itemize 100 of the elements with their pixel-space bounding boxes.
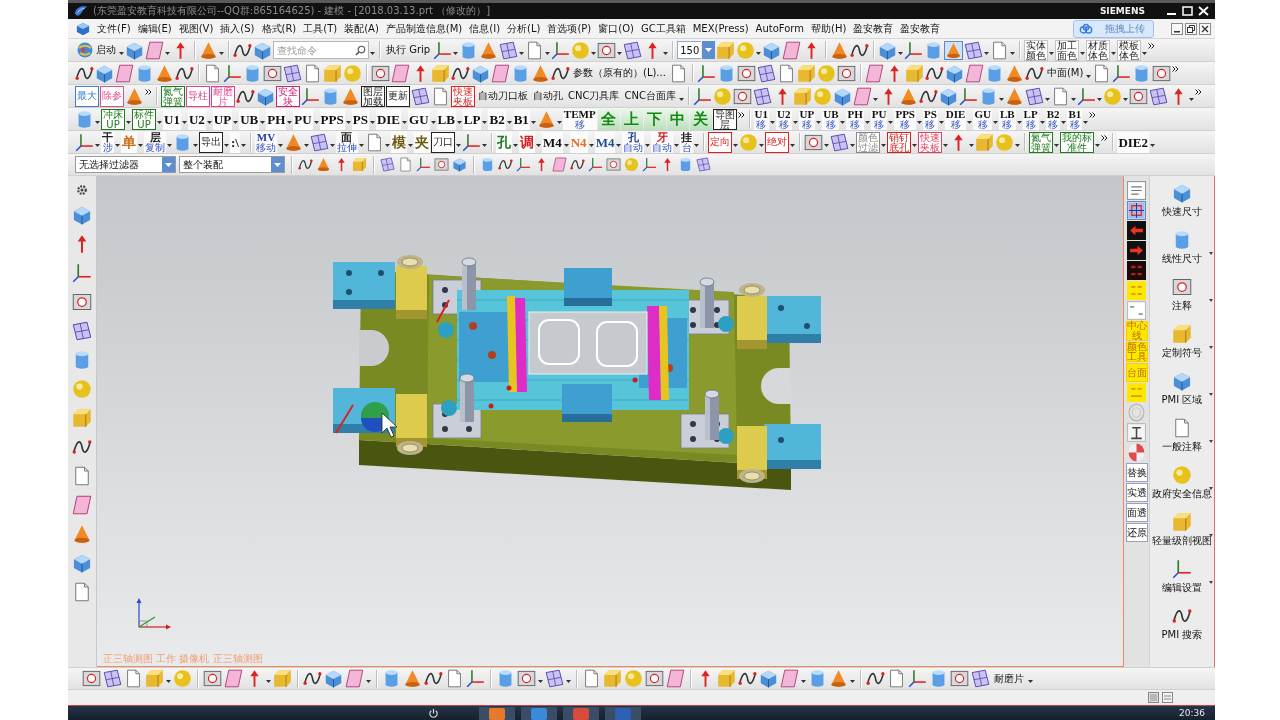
toolbar-button[interactable]: 销钉底孔	[887, 131, 912, 153]
start-menu-button[interactable]: 启动	[75, 40, 118, 60]
cone-icon[interactable]	[403, 669, 422, 688]
caret-icon[interactable]	[1142, 51, 1148, 55]
note-button[interactable]: 台面	[1125, 363, 1148, 382]
caret-icon[interactable]	[563, 143, 569, 147]
caret-icon[interactable]	[801, 680, 806, 683]
block-icon[interactable]	[352, 157, 367, 172]
cone-icon[interactable]	[944, 40, 964, 60]
toolbar-button[interactable]: PPS	[319, 108, 345, 130]
grid-icon[interactable]	[756, 63, 776, 83]
cube-icon[interactable]	[452, 157, 467, 172]
toolbar-button[interactable]: 参数（原有的）(L)...	[571, 63, 668, 83]
caret-icon[interactable]	[912, 143, 918, 147]
axes-icon[interactable]	[416, 157, 431, 172]
axes-icon[interactable]	[696, 63, 716, 83]
axes-icon[interactable]	[904, 40, 924, 60]
caret-icon[interactable]	[165, 51, 170, 55]
caret-icon[interactable]	[1086, 74, 1092, 78]
cube-icon[interactable]	[759, 669, 778, 688]
block-icon[interactable]	[1172, 512, 1192, 532]
caret-icon[interactable]	[193, 143, 198, 147]
strip-button[interactable]: 实透	[1125, 483, 1148, 502]
caret-icon[interactable]	[313, 120, 319, 124]
cube-icon[interactable]	[72, 205, 92, 225]
caret-icon[interactable]	[240, 143, 246, 147]
toolbar-button[interactable]: DIE	[375, 108, 401, 130]
toolbar-button[interactable]: 氮气弹簧	[1029, 131, 1054, 153]
caret-icon[interactable]	[266, 680, 271, 683]
caret-icon[interactable]	[535, 143, 541, 147]
toolbar-button[interactable]: DIE2	[1117, 131, 1150, 153]
caret-icon[interactable]	[138, 143, 143, 147]
strip-button[interactable]: 还原	[1125, 523, 1148, 542]
caret-icon[interactable]	[1209, 393, 1213, 396]
pmi-tool-button[interactable]: PMI 搜索	[1151, 606, 1213, 653]
pie-icon[interactable]	[1127, 443, 1146, 462]
menu-item[interactable]: 帮助(H)	[811, 22, 847, 35]
caret-icon[interactable]	[1054, 143, 1060, 147]
toolbar-button[interactable]: 下	[643, 108, 666, 130]
sheet-icon[interactable]	[72, 466, 92, 486]
toolbar-button[interactable]: MV 移动	[254, 131, 277, 153]
toolbar-button[interactable]: 模板体色	[1117, 39, 1142, 61]
caret-icon[interactable]	[512, 143, 518, 147]
pmi-tool-button[interactable]: 一般注释	[1151, 418, 1213, 465]
taskbar-app-icon[interactable]	[521, 706, 557, 720]
caret-icon[interactable]	[1188, 97, 1194, 101]
chevron-icon[interactable]	[737, 112, 745, 118]
axes-icon[interactable]	[692, 86, 712, 106]
caret-icon[interactable]	[1209, 440, 1213, 443]
cone-icon[interactable]	[316, 157, 331, 172]
caret-icon[interactable]	[792, 120, 798, 124]
caret-icon[interactable]	[166, 680, 171, 683]
axes-icon[interactable]	[72, 263, 92, 283]
caret-icon[interactable]	[181, 120, 187, 124]
caret-icon[interactable]	[645, 143, 651, 147]
toolbar-button[interactable]: B2	[488, 108, 506, 130]
menu-item[interactable]: 文件(F)	[97, 22, 131, 35]
sheet-icon[interactable]	[303, 63, 322, 83]
window-list-icon[interactable]	[1162, 692, 1173, 703]
scale-field[interactable]: 150	[677, 41, 702, 59]
caret-icon[interactable]	[519, 51, 525, 55]
caret-icon[interactable]	[407, 143, 413, 147]
dark-tile-icon[interactable]	[1127, 261, 1146, 280]
gear-icon[interactable]	[76, 184, 88, 196]
toolbar-button[interactable]: PU	[293, 108, 313, 130]
toolbar-button[interactable]: 刀口	[430, 131, 455, 153]
caret-icon[interactable]	[888, 120, 894, 124]
cube-icon[interactable]	[256, 86, 275, 106]
caret-icon[interactable]	[663, 51, 669, 55]
label-tile-icon[interactable]	[1127, 423, 1146, 442]
toolbar-button[interactable]: LB 移	[998, 108, 1016, 130]
curve-icon[interactable]	[298, 157, 313, 172]
caret-icon[interactable]	[430, 120, 436, 124]
toolbar-button[interactable]: 我的标准件	[1060, 131, 1095, 153]
toolbar-button[interactable]: B1 移	[1067, 108, 1083, 130]
pmi-tool-button[interactable]: PMI 区域	[1151, 371, 1213, 418]
caret-icon[interactable]	[998, 97, 1004, 101]
note-button[interactable]: 颜色工具	[1125, 342, 1148, 362]
caret-icon[interactable]	[1209, 346, 1213, 349]
caret-icon[interactable]	[329, 143, 335, 147]
menu-item[interactable]: MEX(Press)	[692, 22, 749, 35]
caret-icon[interactable]	[938, 120, 944, 124]
note-button[interactable]: 中心线	[1125, 321, 1148, 341]
caret-icon[interactable]	[850, 143, 856, 147]
menu-item[interactable]: AutoForm	[755, 22, 805, 35]
caret-icon[interactable]	[1049, 51, 1055, 55]
caret-icon[interactable]	[943, 143, 949, 147]
toolbar-button[interactable]: U1	[163, 108, 181, 130]
caret-icon[interactable]	[1016, 120, 1022, 124]
caret-icon[interactable]	[481, 143, 487, 147]
toolbar-button[interactable]: UB	[239, 108, 260, 130]
pmi-tool-button[interactable]: 编辑设置	[1151, 559, 1213, 606]
pmi-tool-button[interactable]: 快速尺寸	[1151, 183, 1213, 230]
toolbar-button[interactable]: 导出	[199, 131, 223, 153]
caret-icon[interactable]	[674, 143, 680, 147]
block-icon[interactable]	[72, 408, 92, 428]
toolbar-button[interactable]: B2 移	[1045, 108, 1061, 130]
toolbar-button[interactable]: PU 移	[870, 108, 888, 130]
toolbar-button[interactable]: GU 移	[973, 108, 992, 130]
axes-icon[interactable]	[75, 132, 94, 152]
